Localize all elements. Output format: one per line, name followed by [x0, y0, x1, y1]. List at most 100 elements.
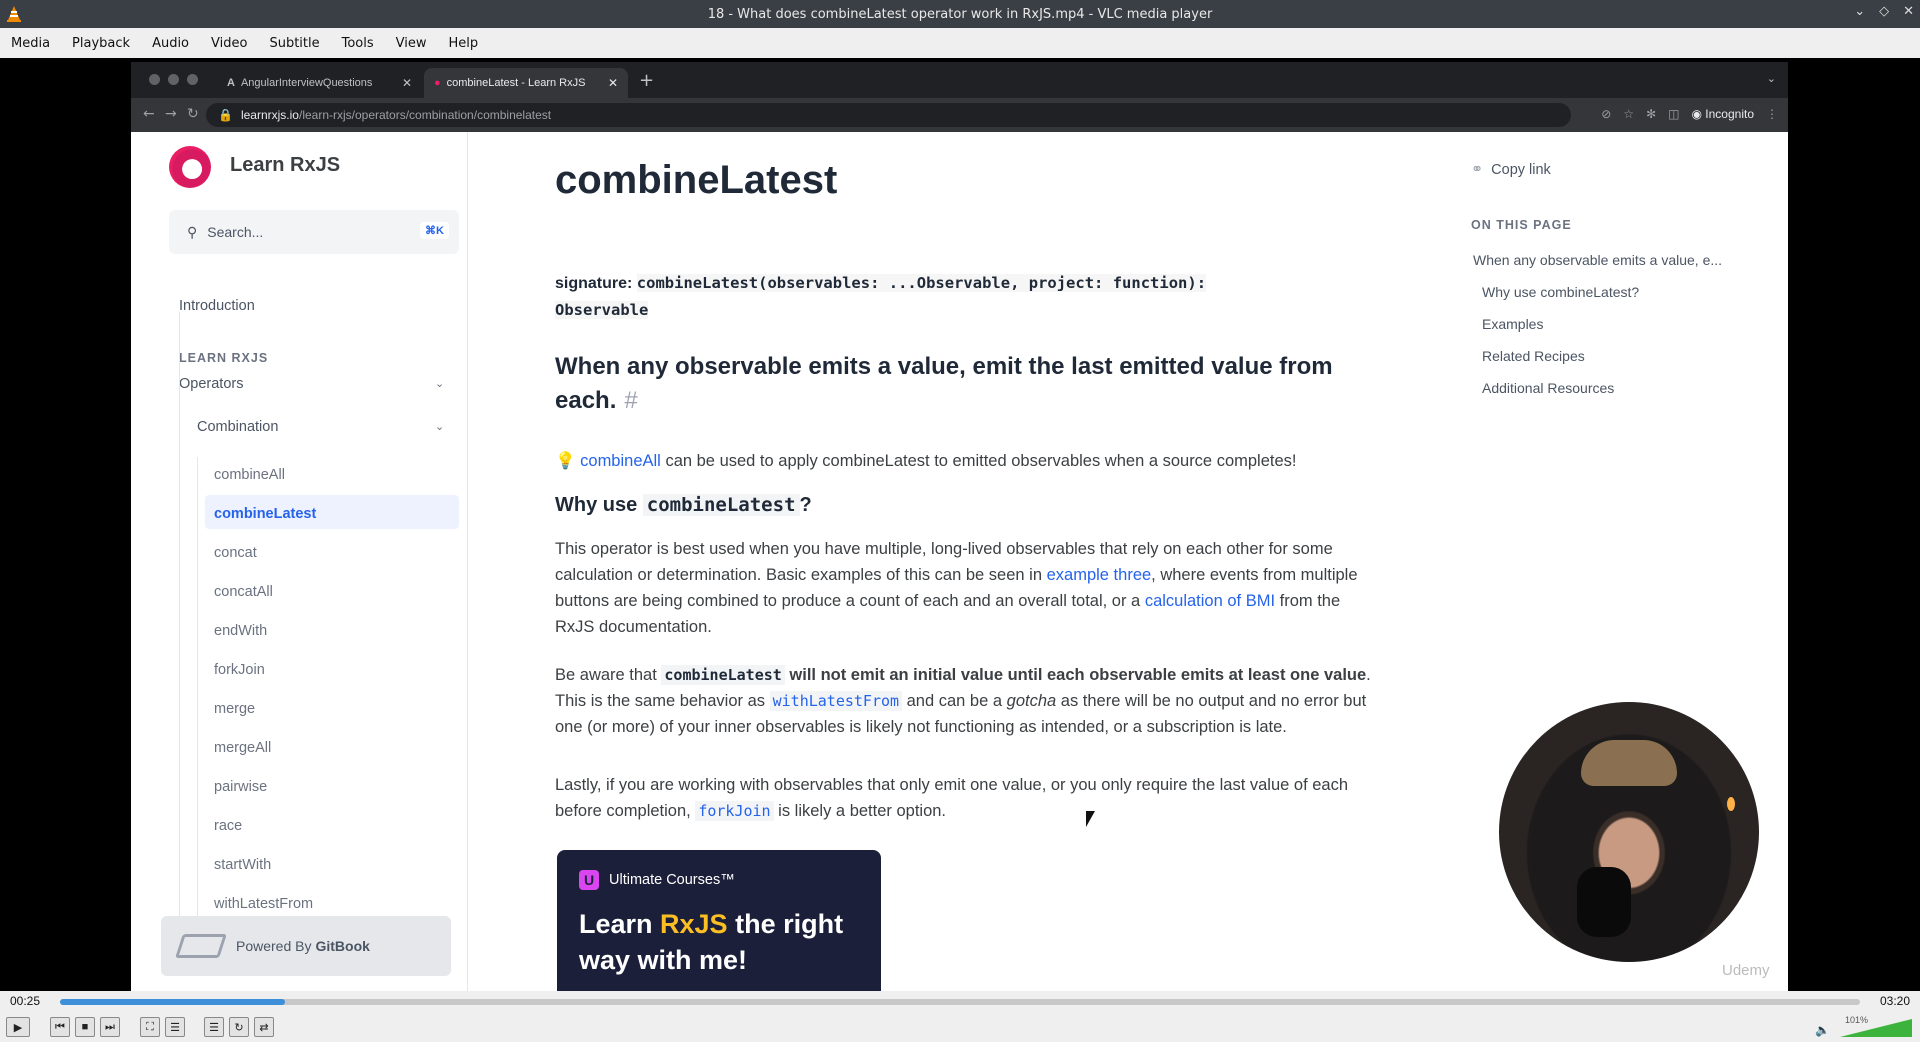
toc-item[interactable]: Why use combineLatest? [1482, 284, 1639, 300]
close-tab-icon[interactable]: ✕ [608, 76, 618, 90]
search-placeholder: Search... [207, 224, 264, 240]
toc-item[interactable]: When any observable emits a value, e... [1473, 252, 1722, 268]
next-icon: ⏭ [105, 1020, 115, 1033]
back-icon[interactable]: ← [143, 106, 155, 122]
forward-icon[interactable]: → [165, 106, 177, 122]
anchor-link[interactable]: # [624, 387, 637, 414]
brand-title[interactable]: Learn RxJS [230, 154, 340, 177]
menu-media[interactable]: Media [0, 36, 61, 51]
stop-button[interactable]: ■ [75, 1017, 95, 1037]
seek-bar[interactable] [60, 999, 1860, 1005]
chevron-down-icon[interactable]: ⌄ [435, 377, 444, 390]
sidebar-item-merge[interactable]: merge [214, 701, 255, 717]
sidebar-item-combineall[interactable]: combineAll [214, 467, 285, 483]
link-calculation-bmi[interactable]: calculation of BMI [1145, 592, 1275, 610]
p2-text-a: Be aware that [555, 666, 662, 684]
copy-link-button[interactable]: ⚭ Copy link [1471, 162, 1551, 178]
menu-audio[interactable]: Audio [141, 36, 200, 51]
player-controls: 00:25 03:20 ▶ ⏮ ■ ⏭ ⛶ ☰ ☰ ↻ ⇄ 🔈 101% [0, 991, 1920, 1042]
search-input[interactable]: ⚲ Search... ⌘K [169, 210, 459, 254]
sidebar-item-combination[interactable]: Combination [197, 419, 278, 435]
promo-highlight: RxJS [660, 909, 728, 939]
sidebar-item-pairwise[interactable]: pairwise [214, 779, 267, 795]
close-tab-icon[interactable]: ✕ [402, 76, 412, 90]
play-icon: ▶ [13, 1021, 23, 1034]
sidebar-item-operators[interactable]: Operators [179, 376, 243, 392]
on-this-page: ⚭ Copy link ON THIS PAGE When any observa… [1471, 132, 1771, 632]
incognito-badge[interactable]: ◉ Incognito [1691, 107, 1754, 121]
fullscreen-button[interactable]: ⛶ [140, 1017, 160, 1037]
shuffle-button[interactable]: ⇄ [254, 1017, 274, 1037]
promo-text-a: Learn [579, 909, 661, 939]
play-button[interactable]: ▶ [6, 1017, 30, 1037]
toc-item[interactable]: Additional Resources [1482, 380, 1614, 396]
total-time: 03:20 [1879, 994, 1910, 1008]
lock-icon: 🔒 [218, 108, 233, 122]
link-forkjoin[interactable]: forkJoin [695, 801, 774, 821]
powered-brand: GitBook [315, 938, 370, 954]
eye-off-icon[interactable]: ⊘ [1601, 107, 1611, 121]
toc-item[interactable]: Examples [1482, 316, 1543, 332]
ultimate-courses-icon: U [579, 870, 599, 890]
powered-by-gitbook[interactable]: Powered By GitBook [161, 916, 451, 976]
sidebar-item-withlatestfrom[interactable]: withLatestFrom [214, 896, 313, 912]
toc-item[interactable]: Related Recipes [1482, 348, 1585, 364]
extensions-icon[interactable]: ✻ [1646, 107, 1656, 121]
sidebar-item-race[interactable]: race [214, 818, 242, 834]
search-icon: ⚲ [187, 223, 198, 240]
vlc-cone-icon [6, 5, 22, 27]
link-withlatestfrom[interactable]: withLatestFrom [769, 691, 903, 711]
sidebar-item-endwith[interactable]: endWith [214, 623, 267, 639]
tab-angular[interactable]: A AngularInterviewQuestions ✕ [217, 68, 422, 98]
subheading-why: Why use combineLatest? [555, 494, 812, 517]
loop-button[interactable]: ↻ [229, 1017, 249, 1037]
paragraph-2: Be aware that combineLatest will not emi… [555, 662, 1375, 740]
sidebar-item-startwith[interactable]: startWith [214, 857, 271, 873]
sidebar-item-concatall[interactable]: concatAll [214, 584, 273, 600]
instructor-hair [1581, 740, 1677, 786]
menu-video[interactable]: Video [200, 36, 258, 51]
menu-view[interactable]: View [385, 36, 438, 51]
kebab-menu-icon[interactable]: ⋮ [1766, 107, 1778, 121]
new-tab-icon[interactable]: + [639, 70, 654, 91]
speaker-icon[interactable]: 🔈 [1815, 1023, 1830, 1037]
next-button[interactable]: ⏭ [100, 1017, 120, 1037]
url-field[interactable]: 🔒 learnrxjs.io /learn-rxjs/operators/com… [206, 103, 1571, 127]
sidebar-item-forkjoin[interactable]: forkJoin [214, 662, 265, 678]
microphone [1577, 867, 1631, 937]
promo-banner[interactable]: U Ultimate Courses™ Learn RxJS the right… [557, 850, 881, 991]
link-example-three[interactable]: example three [1047, 566, 1152, 584]
tab-search-icon[interactable]: ⌄ [1767, 72, 1776, 85]
previous-button[interactable]: ⏮ [50, 1017, 70, 1037]
chevron-down-icon[interactable]: ⌄ [435, 420, 444, 433]
sidebar-item-concat[interactable]: concat [214, 545, 257, 561]
lightbulb-icon: 💡 [555, 452, 576, 470]
extended-settings-button[interactable]: ☰ [165, 1017, 185, 1037]
star-icon[interactable]: ☆ [1623, 107, 1634, 121]
menu-playback[interactable]: Playback [61, 36, 141, 51]
close-button[interactable]: ✕ [1903, 4, 1914, 19]
menu-subtitle[interactable]: Subtitle [258, 36, 330, 51]
minimize-button[interactable]: ⌄ [1854, 4, 1865, 19]
playlist-button[interactable]: ☰ [204, 1017, 224, 1037]
sidebar-item-mergeall[interactable]: mergeAll [214, 740, 271, 756]
signature-return: Observable [555, 301, 649, 319]
reload-icon[interactable]: ↻ [187, 106, 199, 122]
sidebar-item-combinelatest[interactable]: combineLatest [214, 506, 316, 522]
heading-text: When any observable emits a value, emit … [555, 353, 1333, 414]
link-icon: ⚭ [1471, 162, 1484, 178]
link-combineall[interactable]: combineAll [580, 452, 661, 470]
sidepanel-icon[interactable]: ◫ [1668, 107, 1679, 121]
tab-combinelatest[interactable]: ● combineLatest - Learn RxJS ✕ [424, 68, 628, 98]
video-area[interactable]: A AngularInterviewQuestions ✕ ● combineL… [0, 58, 1920, 991]
p2-bold: will not emit an initial value until eac… [784, 666, 1367, 684]
maximize-button[interactable]: ◇ [1879, 4, 1889, 19]
menu-help[interactable]: Help [438, 36, 490, 51]
address-bar: ← → ↻ 🔒 learnrxjs.io /learn-rxjs/operato… [131, 98, 1788, 132]
tab-label: AngularInterviewQuestions [240, 77, 373, 89]
rxjs-logo[interactable] [169, 146, 211, 188]
sidebar-item-introduction[interactable]: Introduction [179, 298, 255, 314]
menu-tools[interactable]: Tools [331, 36, 385, 51]
rxjs-icon: ● [434, 77, 441, 89]
volume-percent: 101% [1844, 1015, 1868, 1025]
